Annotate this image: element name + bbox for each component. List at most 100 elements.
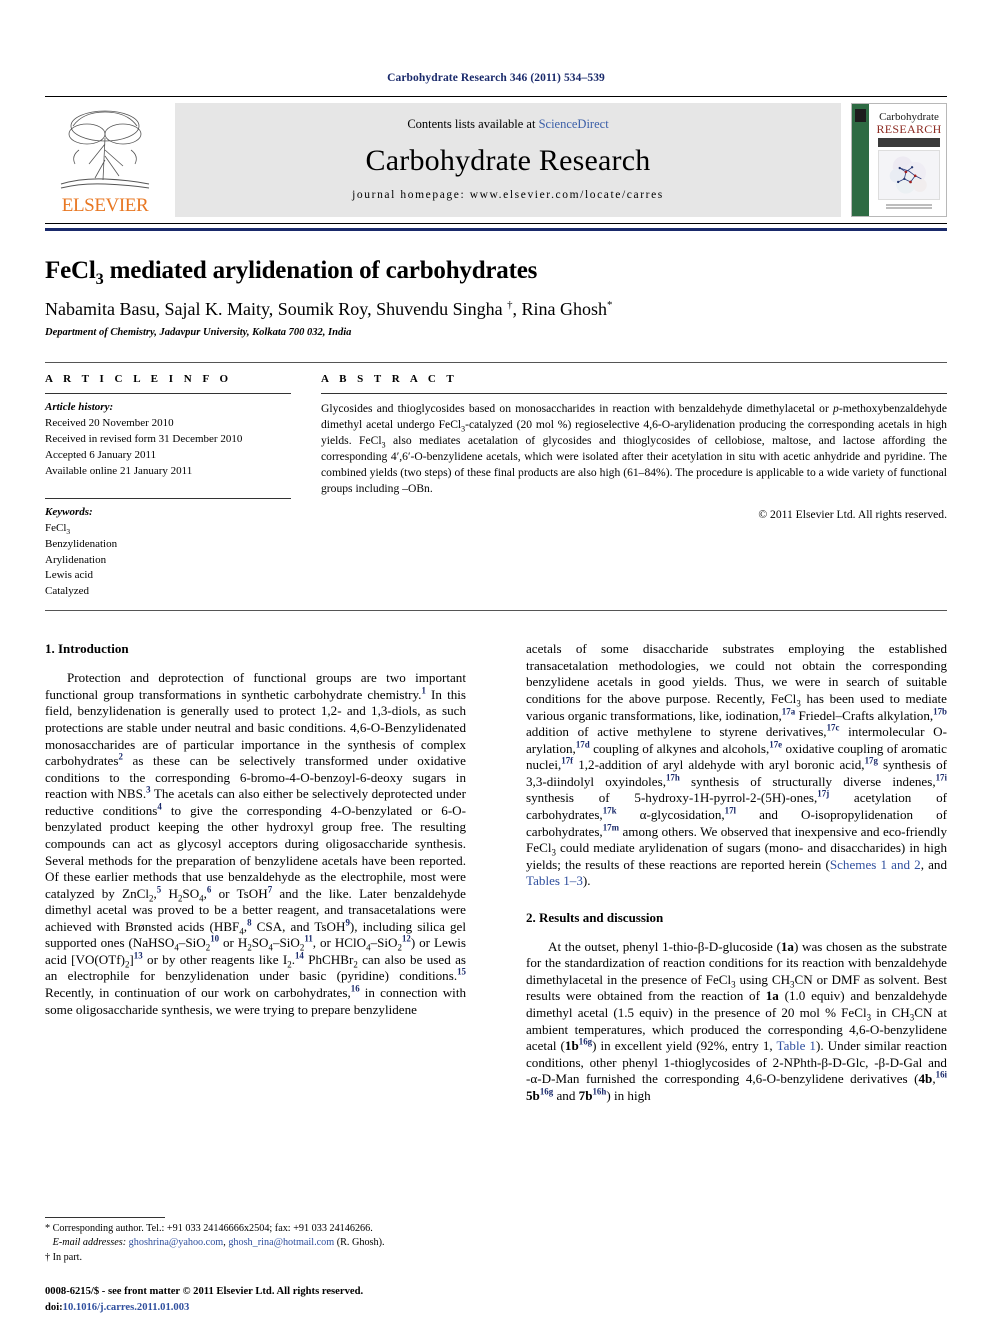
ref-17k[interactable]: 17k [603, 806, 617, 816]
footnote-rule [45, 1216, 165, 1218]
ref-16[interactable]: 16 [351, 984, 360, 994]
keyword-item: Benzylidenation [45, 537, 118, 550]
ref-17d[interactable]: 17d [576, 739, 590, 749]
ref-16i[interactable]: 16i [936, 1070, 947, 1080]
doi-label: doi: [45, 1301, 63, 1313]
imprint-block: 0008-6215/$ - see front matter © 2011 El… [45, 1284, 515, 1315]
journal-cover-thumbnail: Carbohydrate RESEARCH [851, 103, 947, 217]
banner-center: Contents lists available at ScienceDirec… [175, 103, 841, 217]
keyword-item: Catalyzed [45, 585, 89, 598]
res-seg-1: At the outset, phenyl 1-thio-β- [548, 938, 709, 954]
intro-seg-7: or TsOH [211, 885, 268, 901]
right-column: acetals of some disaccharide substrates … [526, 641, 947, 1104]
intro-seg-6: H [161, 885, 178, 901]
ref-17e[interactable]: 17e [769, 739, 782, 749]
intro-seg-1: Protection and deprotection of functiona… [45, 670, 466, 702]
link-schemes[interactable]: Schemes 1 and 2 [830, 857, 921, 872]
article-history: Article history: Received 20 November 20… [45, 394, 291, 480]
ref-17h[interactable]: 17h [666, 772, 680, 782]
molecule-illustration-icon [889, 156, 927, 194]
intro-seg-16: Recently, in continuation of our work on… [45, 985, 351, 1000]
authors-tail: , Rina Ghosh [512, 299, 608, 319]
ref-17i[interactable]: 17i [936, 772, 947, 782]
introduction-paragraph: Protection and deprotection of functiona… [45, 670, 467, 1017]
abstract-column: A B S T R A C T Glycosides and thioglyco… [313, 363, 947, 600]
ref-17c[interactable]: 17c [827, 723, 840, 733]
journal-homepage[interactable]: journal homepage: www.elsevier.com/locat… [352, 189, 664, 201]
email-note: E-mail addresses: ghoshrina@yahoo.com, g… [45, 1236, 466, 1250]
rc-seg-10: synthesis of structurally diverse indene… [679, 773, 936, 789]
email-tail: (R. Ghosh). [334, 1237, 385, 1249]
article-info-column: A R T I C L E I N F O Article history: R… [45, 363, 313, 600]
ref-17f[interactable]: 17f [561, 756, 573, 766]
banner-bottom-rule [45, 228, 947, 231]
title-subscript: 3 [95, 270, 104, 288]
cover-subtitle-bar [878, 138, 940, 148]
intro-seg-15: PhCHBr [303, 951, 354, 967]
cover-title: Carbohydrate RESEARCH [876, 111, 942, 148]
compound-5b: 5b [526, 1087, 540, 1103]
smallcaps-d-1: D [708, 938, 719, 954]
asterisk-marker: * [607, 299, 613, 311]
smallcaps-d-3: D [889, 1054, 900, 1070]
cover-title-line2: RESEARCH [876, 122, 942, 137]
doi-line: doi:10.1016/j.carres.2011.01.003 [45, 1300, 515, 1315]
rc-seg-18: ). [582, 873, 591, 889]
res-seg-13: -Man furnished the corresponding 4,6-O-b… [551, 1071, 919, 1087]
intro-seg-12: , or HClO [312, 935, 367, 951]
res-seg-11: -Glc, -β- [841, 1054, 890, 1070]
smallcaps-d-4: D [541, 1071, 552, 1087]
contents-prefix: Contents lists available at [407, 117, 539, 131]
article-info-label: A R T I C L E I N F O [45, 373, 233, 385]
rc-seg-11: synthesis of 5-hydroxy-1H-pyrrol-2-(5H)-… [526, 790, 818, 806]
elsevier-wordmark: ELSEVIER [61, 195, 149, 216]
ref-15[interactable]: 15 [457, 967, 466, 977]
email-label: E-mail addresses: [52, 1237, 127, 1249]
ref-10[interactable]: 10 [210, 934, 219, 944]
ref-12[interactable]: 12 [402, 934, 411, 944]
sciencedirect-link[interactable]: ScienceDirect [539, 117, 609, 131]
journal-title: Carbohydrate Research [365, 143, 651, 177]
abstract-seg-1: Glycosides and thioglycosides based on m… [321, 402, 834, 415]
ref-14[interactable]: 14 [295, 951, 304, 961]
rc-seg-6: coupling of alkynes and alcohols, [589, 740, 770, 756]
ref-17l[interactable]: 17l [725, 806, 736, 816]
ref-16h[interactable]: 16h [592, 1086, 606, 1096]
results-paragraph: At the outset, phenyl 1-thio-β-D-glucosi… [526, 938, 948, 1103]
keyword-item: FeCl3 [45, 521, 291, 537]
doi-link[interactable]: 10.1016/j.carres.2011.01.003 [63, 1302, 190, 1313]
info-abstract-bottom-rule [45, 610, 947, 612]
elsevier-tree-icon [60, 110, 150, 189]
ref-16g[interactable]: 16g [579, 1037, 592, 1047]
page-title: FeCl3 mediated arylidenation of carbohyd… [45, 257, 947, 288]
intro-seg-14: or by other reagents like I [142, 951, 288, 967]
intro-continuation-paragraph: acetals of some disaccharide substrates … [526, 641, 947, 889]
ref-17m[interactable]: 17m [603, 822, 619, 832]
history-item: Received 20 November 2010 [45, 416, 174, 429]
cover-elsevier-icon [855, 109, 866, 122]
ref-13[interactable]: 13 [134, 951, 143, 961]
journal-banner: ELSEVIER Contents lists available at Sci… [45, 96, 947, 224]
ref-17b[interactable]: 17b [933, 706, 947, 716]
intro-seg-11: or H [219, 935, 248, 951]
email-link-1[interactable]: ghoshrina@yahoo.com [129, 1237, 224, 1248]
info-abstract-block: A R T I C L E I N F O Article history: R… [45, 362, 947, 600]
ref-17a[interactable]: 17a [782, 706, 795, 716]
rc-seg-17: , and [920, 856, 947, 872]
ref-17g[interactable]: 17g [865, 756, 878, 766]
corresponding-author-note: * Corresponding author. Tel.: +91 033 24… [45, 1222, 373, 1234]
ref-17j[interactable]: 17j [817, 789, 829, 799]
ref-16g-2[interactable]: 16g [540, 1086, 553, 1096]
abstract-text: Glycosides and thioglycosides based on m… [321, 394, 947, 497]
contents-list-line: Contents lists available at ScienceDirec… [407, 117, 608, 132]
link-table-1[interactable]: Table 1 [777, 1038, 816, 1053]
elsevier-logo: ELSEVIER [45, 103, 165, 217]
results-heading: 2. Results and discussion [526, 909, 664, 925]
history-item: Available online 21 January 2011 [45, 464, 193, 477]
link-tables[interactable]: Tables 1–3 [526, 873, 583, 888]
ref-11[interactable]: 11 [304, 934, 312, 944]
dagger-note: † In part. [45, 1251, 83, 1263]
issn-line: 0008-6215/$ - see front matter © 2011 El… [45, 1286, 364, 1298]
rc-seg-3: Friedel–Crafts alkylation, [795, 707, 934, 723]
email-link-2[interactable]: ghosh_rina@hotmail.com [228, 1237, 334, 1248]
